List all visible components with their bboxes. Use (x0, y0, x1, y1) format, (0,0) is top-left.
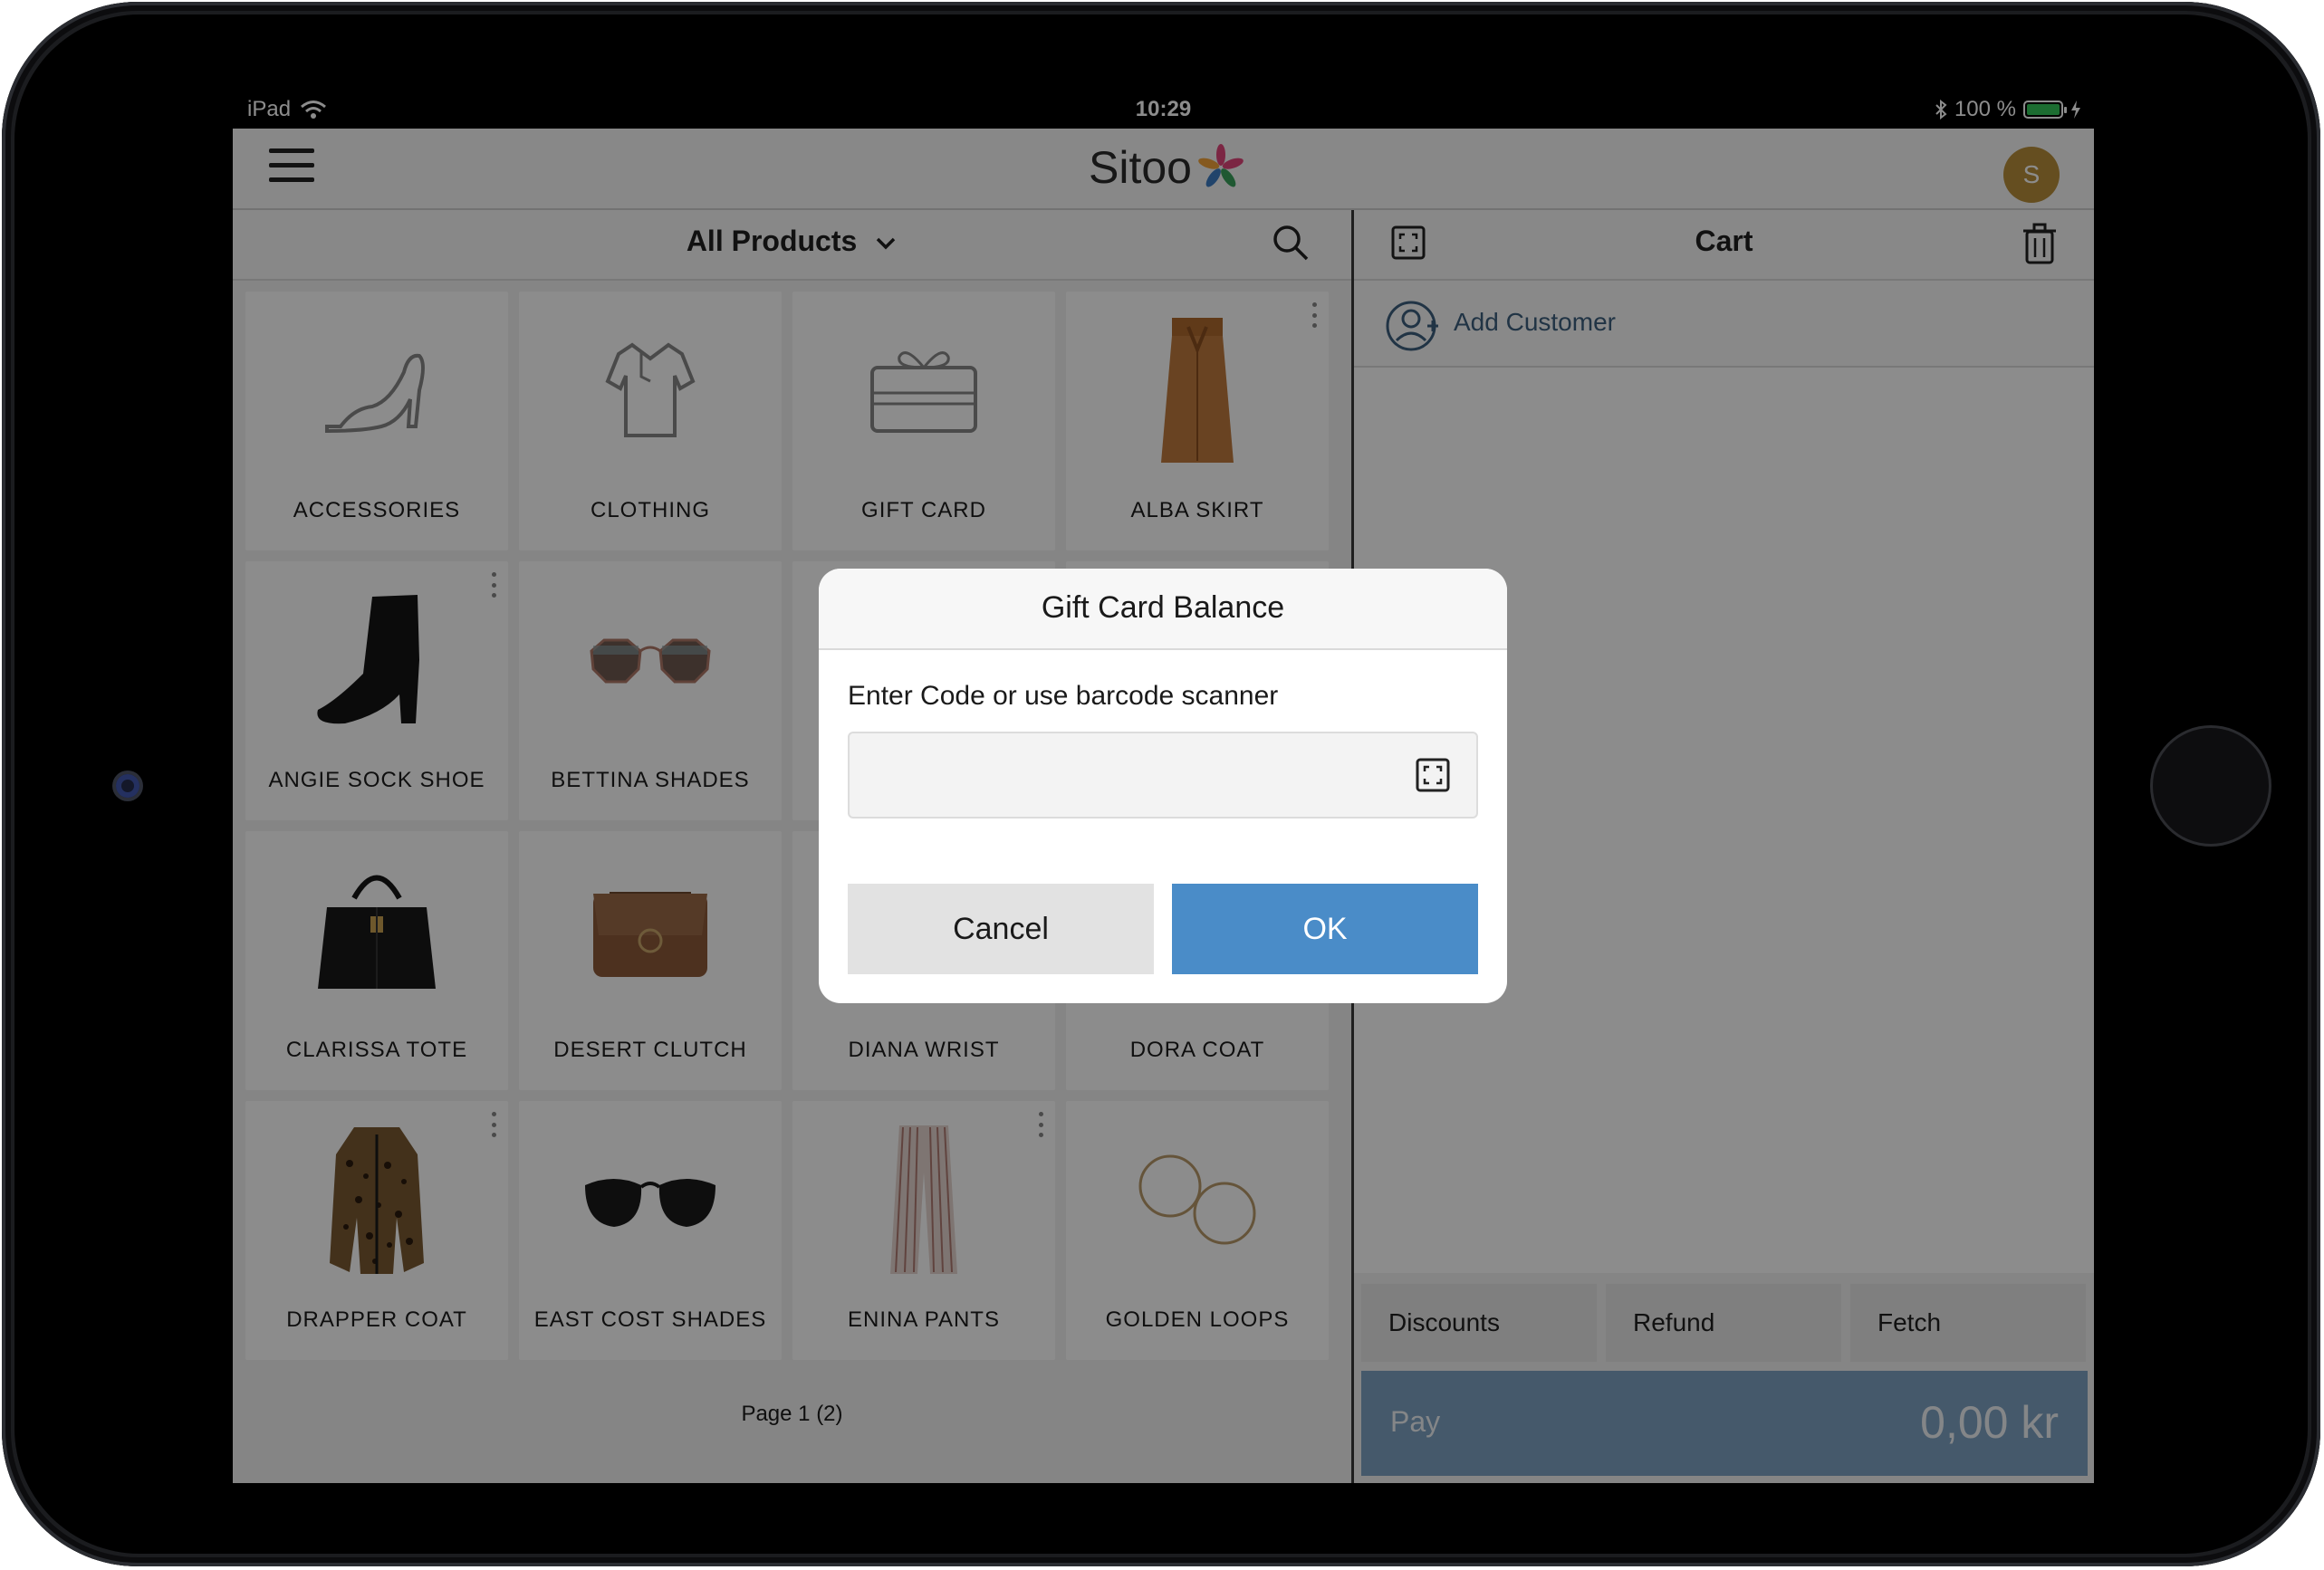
code-prompt-label: Enter Code or use barcode scanner (848, 681, 1279, 711)
dialog-title: Gift Card Balance (1041, 590, 1285, 625)
cancel-button[interactable]: Cancel (848, 884, 1154, 974)
barcode-scan-icon[interactable] (1415, 757, 1451, 793)
gift-card-code-field[interactable] (848, 732, 1478, 819)
home-button[interactable] (2153, 728, 2269, 844)
gift-card-balance-dialog: Gift Card Balance Enter Code or use barc… (819, 569, 1507, 1003)
screen: iPad 10:29 100 % Sitoo S All Products AC… (233, 89, 2094, 1483)
front-camera (116, 774, 139, 798)
gift-card-code-input[interactable] (850, 733, 1413, 819)
ipad-frame: iPad 10:29 100 % Sitoo S All Products AC… (2, 2, 2320, 1566)
ok-button[interactable]: OK (1172, 884, 1478, 974)
dialog-header: Gift Card Balance (819, 569, 1507, 650)
